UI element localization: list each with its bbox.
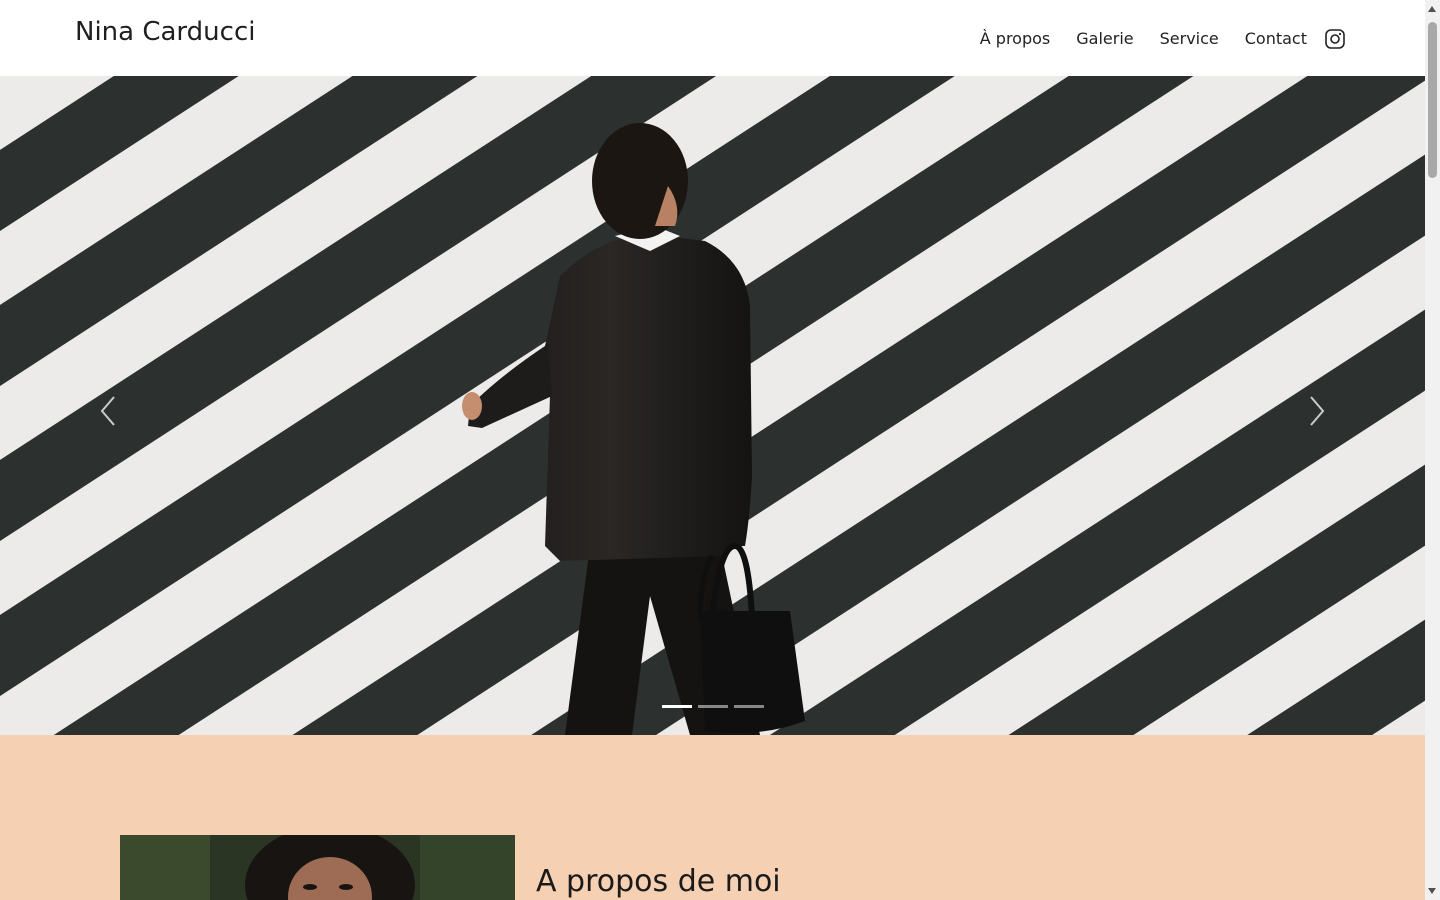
chevron-right-icon [1310, 396, 1325, 426]
nav-link-contact[interactable]: Contact [1245, 29, 1307, 48]
main-nav: À propos Galerie Service Contact [980, 28, 1345, 49]
page-scrollbar[interactable] [1425, 0, 1440, 900]
about-section: A propos de moi [0, 735, 1425, 900]
nav-link-about[interactable]: À propos [980, 29, 1050, 48]
instagram-icon[interactable] [1325, 29, 1345, 49]
carousel-next-button[interactable] [1297, 381, 1337, 441]
carousel-prev-button[interactable] [88, 381, 128, 441]
carousel-indicator-2[interactable] [698, 705, 728, 708]
site-header: Nina Carducci À propos Galerie Service C… [0, 0, 1425, 76]
scroll-up-arrow-icon[interactable] [1428, 6, 1436, 12]
chevron-left-icon [100, 396, 115, 426]
hero-carousel [0, 76, 1425, 735]
nav-link-service[interactable]: Service [1160, 29, 1219, 48]
brand-name[interactable]: Nina Carducci [75, 17, 255, 47]
hero-image [0, 76, 1425, 735]
portrait-image [120, 835, 515, 900]
scroll-down-arrow-icon[interactable] [1428, 888, 1436, 894]
about-title: A propos de moi [536, 864, 781, 899]
carousel-indicators [662, 705, 770, 708]
scrollbar-thumb[interactable] [1428, 22, 1437, 178]
carousel-indicator-3[interactable] [734, 705, 764, 708]
nav-link-gallery[interactable]: Galerie [1076, 29, 1133, 48]
carousel-indicator-1[interactable] [662, 705, 692, 708]
